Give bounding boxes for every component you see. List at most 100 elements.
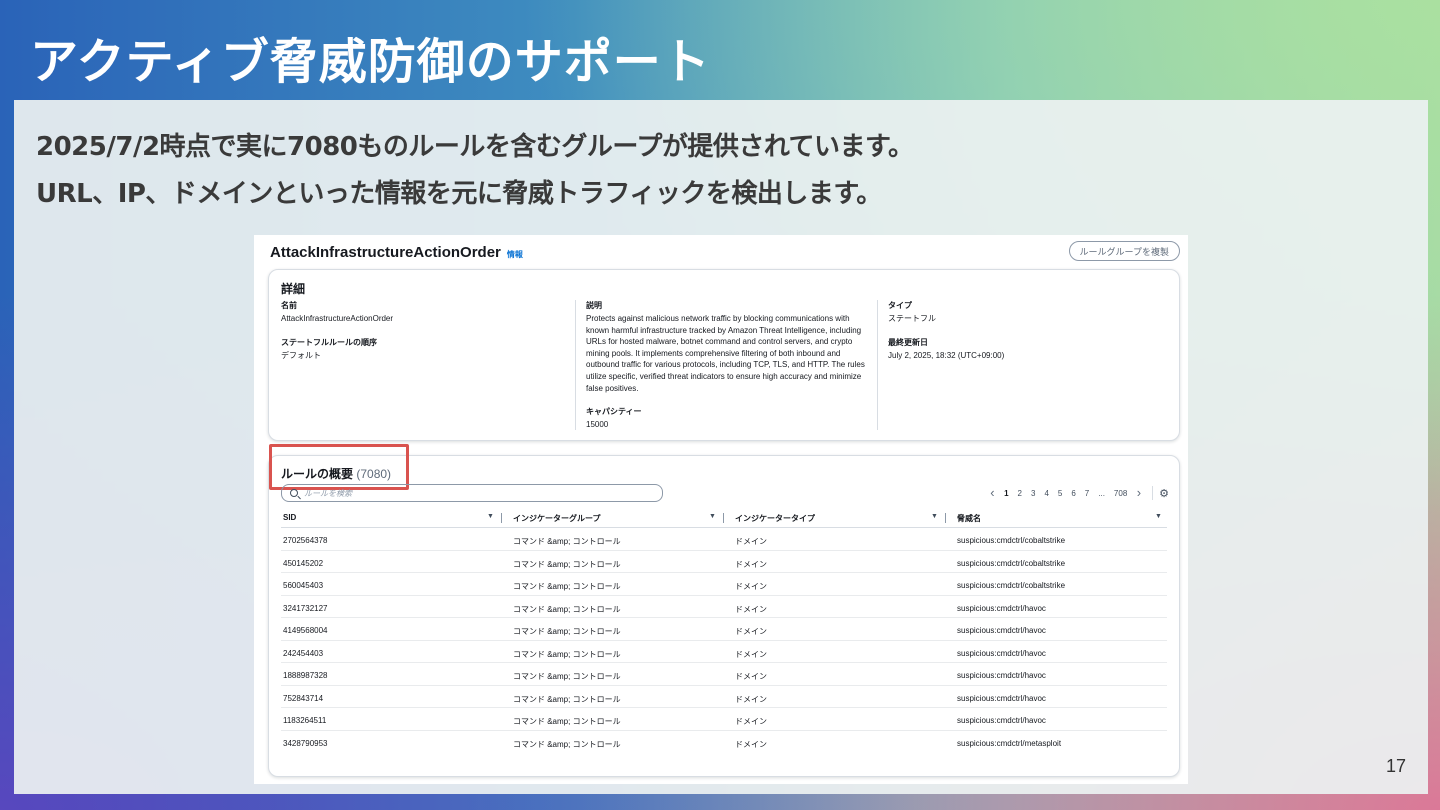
details-column-3: タイプ ステートフル 最終更新日 July 2, 2025, 18:32 (UT…: [877, 300, 1167, 430]
column-divider[interactable]: [501, 513, 502, 523]
next-page-icon[interactable]: ›: [1137, 486, 1141, 499]
name-value: AttackInfrastructureActionOrder: [281, 314, 394, 323]
cell-indicator-group: コマンド &amp; コントロール: [513, 582, 621, 591]
subtitle-line-2: URL、IP、ドメインといった情報を元に脅威トラフィックを検出します。: [36, 179, 882, 209]
updated-value: July 2, 2025, 18:32 (UTC+09:00): [888, 350, 1005, 360]
sort-icon[interactable]: ▼: [1155, 513, 1162, 520]
cell-sid: 3428790953: [283, 738, 328, 748]
column-divider[interactable]: [945, 513, 946, 523]
cell-sid: 242454403: [283, 648, 324, 658]
cell-indicator-type: ドメイン: [735, 627, 767, 636]
page-6[interactable]: 6: [1071, 489, 1075, 498]
cell-indicator-group: コマンド &amp; コントロール: [513, 717, 621, 726]
cell-sid: 3241732127: [283, 603, 328, 613]
cell-threat-name: suspicious:cmdctrl/cobaltstrike: [957, 558, 1066, 568]
column-divider[interactable]: [723, 513, 724, 523]
type-value: ステートフル: [888, 314, 936, 323]
subtitle-line-1: 2025/7/2時点で実に7080ものルールを含むグループが提供されています。: [36, 132, 914, 162]
cell-indicator-type: ドメイン: [735, 537, 767, 546]
sort-icon[interactable]: ▼: [709, 513, 716, 520]
page-5[interactable]: 5: [1058, 489, 1062, 498]
updated-label: 最終更新日: [888, 337, 928, 347]
page-1[interactable]: 1: [1004, 489, 1008, 498]
order-label: ステートフルルールの順序: [281, 337, 377, 347]
cell-indicator-type: ドメイン: [735, 717, 767, 726]
cell-threat-name: suspicious:cmdctrl/havoc: [957, 648, 1046, 658]
table-row: 3241732127 コマンド &amp; コントロール ドメイン suspic…: [281, 596, 1167, 618]
cell-indicator-type: ドメイン: [735, 649, 767, 659]
table-row: 752843714 コマンド &amp; コントロール ドメイン suspici…: [281, 686, 1167, 708]
gear-icon[interactable]: ⚙: [1159, 487, 1169, 500]
prev-page-icon[interactable]: ‹: [990, 486, 994, 499]
rules-card: ルールの概要 (7080) ルールを検索 ‹ 1 2 3 4 5 6 7 ...…: [268, 444, 1180, 777]
cell-indicator-group: コマンド &amp; コントロール: [513, 627, 621, 636]
cell-threat-name: suspicious:cmdctrl/cobaltstrike: [957, 536, 1066, 545]
cell-indicator-group: コマンド &amp; コントロール: [513, 694, 621, 704]
page-3[interactable]: 3: [1031, 489, 1035, 498]
cell-indicator-type: ドメイン: [735, 604, 767, 614]
slide-title: アクティブ脅威防御のサポート: [30, 34, 711, 90]
column-header-threat-name[interactable]: 脅威名: [957, 513, 981, 524]
pagination: ‹ 1 2 3 4 5 6 7 ... 708 › ⚙: [985, 486, 1169, 500]
cell-indicator-type: ドメイン: [735, 582, 767, 591]
table-row: 2702564378 コマンド &amp; コントロール ドメイン suspic…: [281, 528, 1167, 551]
cell-indicator-group: コマンド &amp; コントロール: [513, 739, 621, 749]
cell-indicator-type: ドメイン: [735, 559, 767, 569]
cell-sid: 1888987328: [283, 671, 328, 680]
info-link[interactable]: 情報: [507, 249, 523, 260]
table-row: 450145202 コマンド &amp; コントロール ドメイン suspici…: [281, 551, 1167, 573]
table-row: 3428790953 コマンド &amp; コントロール ドメイン suspic…: [281, 731, 1167, 754]
rule-group-header: AttackInfrastructureActionOrder 情報: [270, 244, 523, 268]
cell-indicator-type: ドメイン: [735, 694, 767, 704]
cell-indicator-type: ドメイン: [735, 672, 767, 681]
cell-sid: 560045403: [283, 581, 324, 590]
cell-indicator-group: コマンド &amp; コントロール: [513, 672, 621, 681]
page-2[interactable]: 2: [1018, 489, 1022, 498]
table-row: 242454403 コマンド &amp; コントロール ドメイン suspici…: [281, 641, 1167, 663]
capacity-value: 15000: [586, 420, 609, 430]
page-7[interactable]: 7: [1085, 489, 1089, 498]
cell-sid: 450145202: [283, 558, 324, 568]
rule-search-input[interactable]: ルールを検索: [281, 484, 663, 502]
cell-threat-name: suspicious:cmdctrl/havoc: [957, 693, 1046, 703]
cell-indicator-group: コマンド &amp; コントロール: [513, 559, 621, 569]
table-row: 560045403 コマンド &amp; コントロール ドメイン suspici…: [281, 573, 1167, 596]
cell-threat-name: suspicious:cmdctrl/havoc: [957, 716, 1046, 725]
cell-indicator-group: コマンド &amp; コントロール: [513, 537, 621, 546]
page-number: 17: [1385, 756, 1406, 776]
description-label: 説明: [586, 301, 602, 310]
details-column-2: 説明 Protects against malicious network tr…: [575, 300, 871, 430]
details-title: 詳細: [281, 282, 306, 296]
description-value: Protects against malicious network traff…: [586, 314, 865, 393]
column-header-indicator-type[interactable]: インジケータータイプ: [735, 513, 815, 524]
details-card: 詳細 名前 AttackInfrastructureActionOrder ステ…: [268, 269, 1180, 441]
cell-indicator-group: コマンド &amp; コントロール: [513, 604, 621, 614]
page-ellipsis: ...: [1098, 488, 1105, 498]
cell-sid: 1183264511: [283, 716, 327, 725]
page-4[interactable]: 4: [1044, 489, 1048, 498]
column-header-sid[interactable]: SID: [283, 513, 296, 522]
copy-rule-group-button[interactable]: ルールグループを複製: [1068, 241, 1180, 261]
column-header-indicator-group[interactable]: インジケーターグループ: [513, 513, 601, 524]
name-label: 名前: [281, 301, 297, 310]
cell-threat-name: suspicious:cmdctrl/havoc: [957, 603, 1046, 613]
table-header: SID ▼ インジケーターグループ ▼ インジケータータイプ ▼ 脅威名 ▼: [281, 510, 1167, 528]
sort-icon[interactable]: ▼: [931, 513, 938, 520]
cell-threat-name: suspicious:cmdctrl/metasploit: [957, 738, 1062, 748]
console-screenshot: AttackInfrastructureActionOrder 情報 ルールグル…: [254, 235, 1188, 784]
table-row: 4149568004 コマンド &amp; コントロール ドメイン suspic…: [281, 618, 1167, 641]
table-row: 1888987328 コマンド &amp; コントロール ドメイン suspic…: [281, 663, 1167, 686]
search-icon: [290, 489, 298, 497]
cell-threat-name: suspicious:cmdctrl/havoc: [957, 671, 1046, 680]
page-708[interactable]: 708: [1114, 489, 1127, 498]
pagination-divider: [1152, 486, 1154, 500]
rules-table-body: 2702564378 コマンド &amp; コントロール ドメイン suspic…: [281, 528, 1167, 753]
type-label: タイプ: [888, 301, 912, 310]
table-row: 1183264511 コマンド &amp; コントロール ドメイン suspic…: [281, 708, 1167, 731]
cell-sid: 752843714: [283, 693, 324, 703]
search-placeholder: ルールを検索: [304, 488, 352, 498]
order-value: デフォルト: [281, 350, 321, 360]
cell-indicator-group: コマンド &amp; コントロール: [513, 649, 621, 659]
details-column-1: 名前 AttackInfrastructureActionOrder ステートフ…: [281, 300, 571, 373]
sort-icon[interactable]: ▼: [487, 513, 494, 520]
